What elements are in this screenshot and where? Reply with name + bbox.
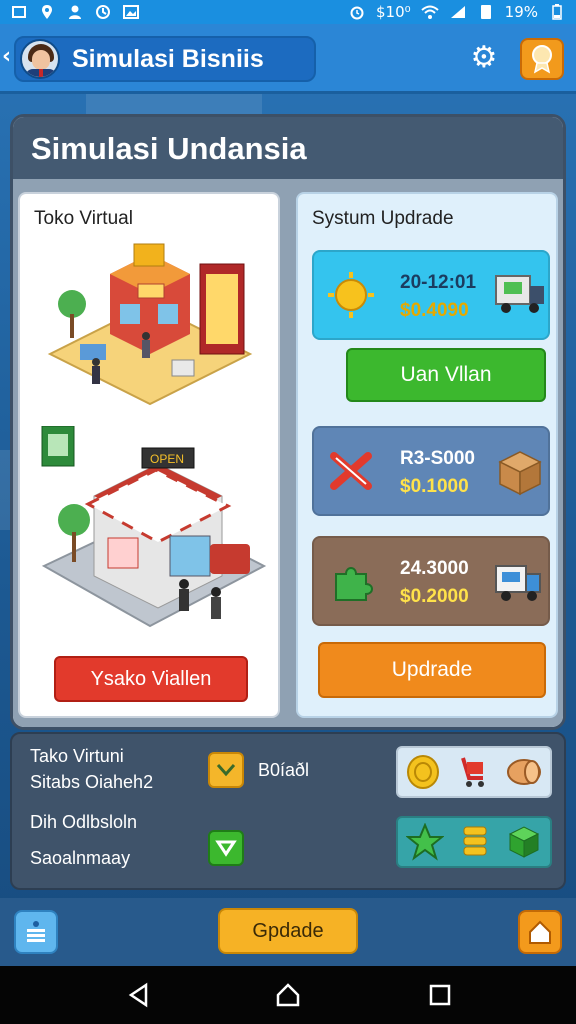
system-upgrade-title: Systum Updrade xyxy=(312,208,454,229)
star-icon[interactable] xyxy=(406,823,444,861)
status-text: $10⁰ xyxy=(376,3,411,21)
svg-text:OPEN: OPEN xyxy=(150,452,184,466)
person-icon xyxy=(66,3,84,21)
upgrade-item-1-price: $0.4090 xyxy=(400,300,469,321)
location-pin-icon xyxy=(38,3,56,21)
house-icon xyxy=(529,920,551,944)
battery-icon xyxy=(548,3,566,21)
status-line-4: Saoalnmaay xyxy=(30,848,131,868)
status-bar: $10⁰ 19% xyxy=(0,0,576,24)
upgrade-item-2[interactable]: R3-S000 $0.1000 xyxy=(312,426,550,516)
image-icon xyxy=(122,3,140,21)
gear-icon[interactable]: ⚙ xyxy=(468,42,500,74)
trophy-icon xyxy=(532,45,552,74)
app-title: Simulasi Bisniis xyxy=(72,44,264,73)
coin-stack-icon[interactable] xyxy=(460,823,490,861)
sim-icon xyxy=(477,3,495,21)
truck-icon xyxy=(495,275,544,313)
upgrade-button[interactable]: Updrade xyxy=(318,642,546,698)
alarm-icon xyxy=(348,3,366,21)
status-line-2: Sitabs Oiaheh2 xyxy=(30,772,154,792)
sun-icon xyxy=(328,272,374,318)
box-icon xyxy=(498,451,542,496)
store-action-button[interactable]: Ysako Viallen xyxy=(54,656,248,702)
recents-square-icon[interactable] xyxy=(427,982,453,1008)
home-button[interactable] xyxy=(518,910,562,954)
back-chevron-icon[interactable]: ‹ xyxy=(2,44,11,69)
status-panel: Tako Virtuni Sitabs Oiaheh2 Dih Odlbslol… xyxy=(10,732,566,890)
main-title: Simulasi Undansia xyxy=(31,131,307,166)
system-nav-bar xyxy=(0,966,576,1024)
bottom-upgrade-button[interactable]: Gpdade xyxy=(218,908,358,954)
status-line-3: Dih Odlbsloln xyxy=(30,812,138,832)
coin-icon[interactable] xyxy=(404,753,442,791)
upgrade-item-2-code: R3-S000 xyxy=(400,448,475,469)
upgrade-item-3-code: 24.3000 xyxy=(400,558,469,579)
profile-title-pill[interactable]: Simulasi Bisniis xyxy=(14,36,316,82)
signal-icon xyxy=(449,3,467,21)
virtual-store-card: Toko Virtual OPEN Ysako Viallen xyxy=(18,192,280,718)
bottom-toolbar: Gpdade xyxy=(0,898,576,966)
wifi-icon xyxy=(420,3,439,21)
green-action-button[interactable]: Uan Vllan xyxy=(346,348,546,402)
green-box-icon[interactable] xyxy=(506,824,542,860)
puzzle-icon xyxy=(335,567,373,601)
store-building-illustration: OPEN xyxy=(41,426,267,628)
upgrade-item-1[interactable]: 20-12:01 $0.4090 xyxy=(312,250,550,340)
checkbox-yellow[interactable] xyxy=(208,752,244,788)
market-stall-illustration xyxy=(47,243,253,406)
system-upgrade-card: Systum Updrade 20-12:01 $0.4090 Uan Vlla… xyxy=(296,192,558,718)
checkbox-green[interactable] xyxy=(208,830,244,866)
trophy-button[interactable] xyxy=(520,38,564,80)
main-title-bar: Simulasi Undansia xyxy=(13,117,563,179)
status-line-1: Tako Virtuni xyxy=(30,746,124,766)
screen-icon xyxy=(10,3,28,21)
delivery-van-icon xyxy=(495,565,541,601)
triangle-down-icon xyxy=(215,840,237,857)
status-badge: B0íaðl xyxy=(258,760,310,780)
avatar[interactable] xyxy=(20,39,60,79)
resource-tray-1 xyxy=(396,746,552,798)
upgrade-item-2-price: $0.1000 xyxy=(400,476,469,497)
menu-button[interactable] xyxy=(14,910,58,954)
upgrade-item-3-price: $0.2000 xyxy=(400,586,469,607)
home-nav-icon[interactable] xyxy=(275,982,301,1008)
sync-icon xyxy=(94,3,112,21)
app-header: ‹ Simulasi Bisniis ⚙ xyxy=(0,24,576,94)
battery-percentage: 19% xyxy=(504,3,538,21)
back-triangle-icon[interactable] xyxy=(126,982,152,1008)
resource-tray-2 xyxy=(396,816,552,868)
cart-icon[interactable] xyxy=(455,754,491,790)
virtual-store-title: Toko Virtual xyxy=(34,208,133,229)
cross-tools-icon xyxy=(330,452,372,490)
document-list-icon xyxy=(27,921,45,942)
chevron-down-icon xyxy=(216,764,236,777)
log-icon[interactable] xyxy=(504,754,544,790)
upgrade-item-3[interactable]: 24.3000 $0.2000 xyxy=(312,536,550,626)
upgrade-item-1-code: 20-12:01 xyxy=(400,272,477,293)
